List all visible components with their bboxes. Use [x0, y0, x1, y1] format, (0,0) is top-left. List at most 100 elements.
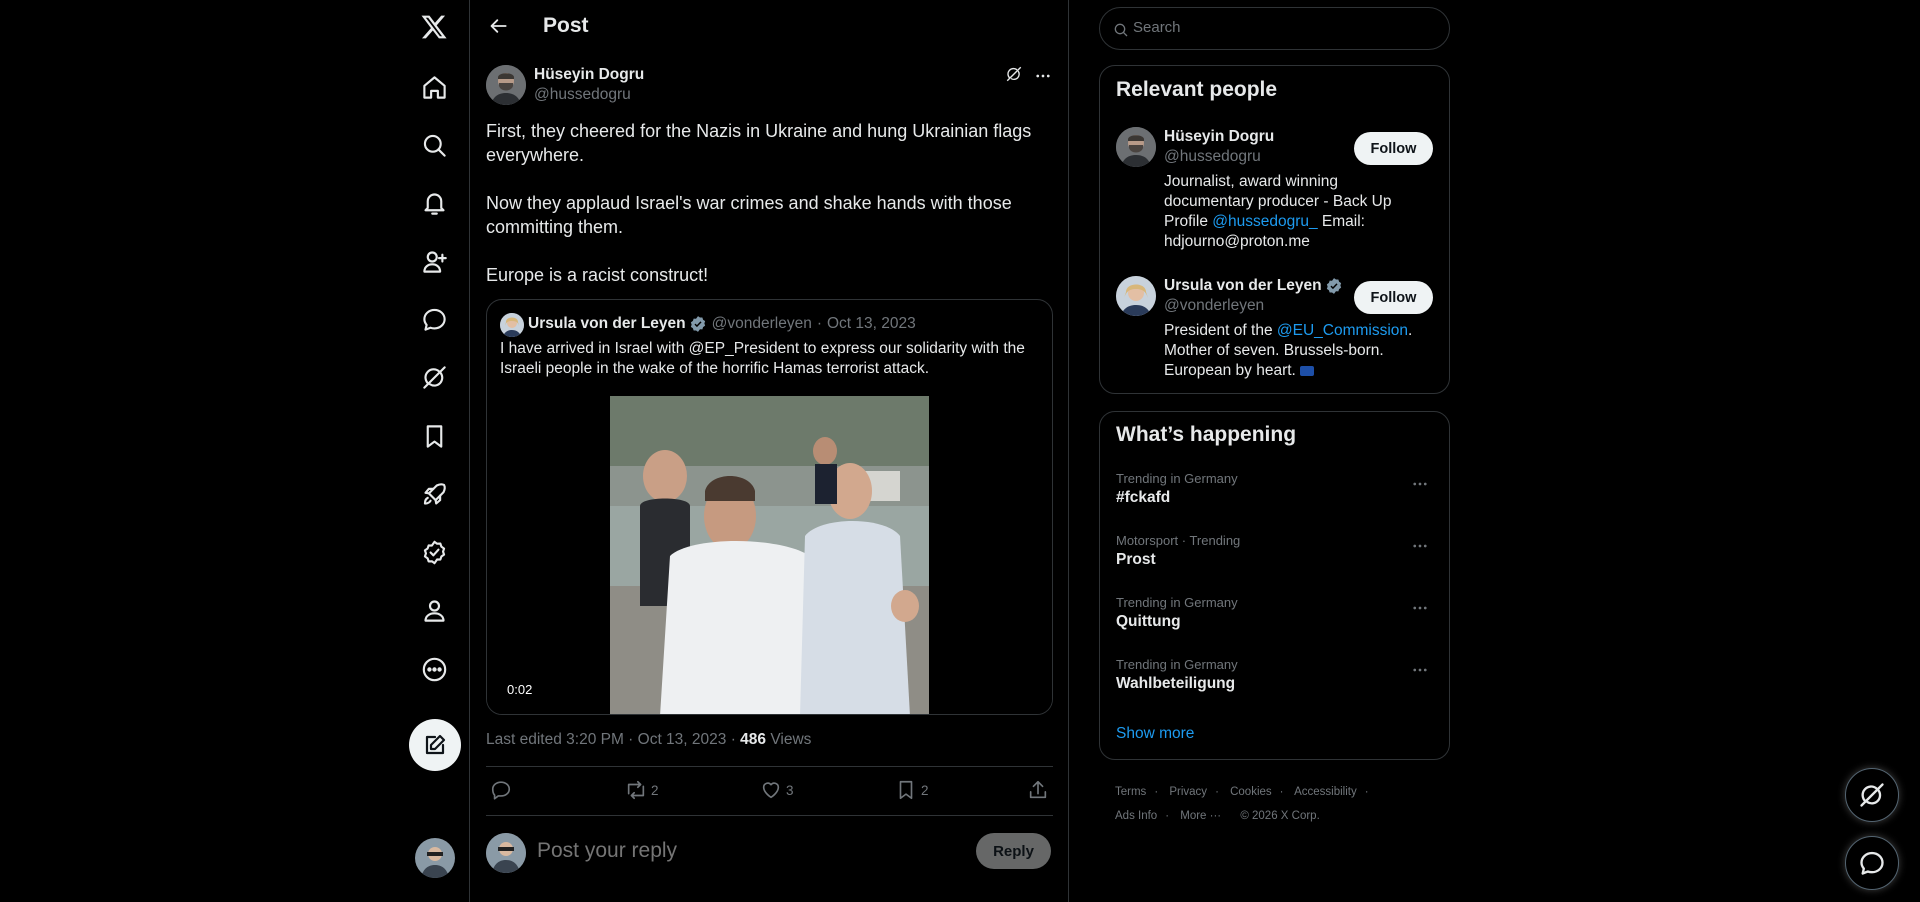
- person-avatar[interactable]: [1116, 127, 1156, 167]
- show-more-link[interactable]: Show more: [1116, 725, 1194, 743]
- like-count: 3: [786, 782, 794, 798]
- messages-icon[interactable]: [404, 293, 464, 345]
- messages-floating-button[interactable]: [1845, 836, 1899, 890]
- person-name[interactable]: Hüseyin Dogru: [1164, 128, 1274, 146]
- bio-text: President of the: [1164, 322, 1277, 339]
- search-input[interactable]: [1133, 19, 1433, 36]
- follow-button[interactable]: Follow: [1354, 281, 1433, 314]
- quoted-post-date: Oct 13, 2023: [827, 315, 916, 332]
- footer-link[interactable]: Accessibility: [1294, 786, 1357, 798]
- grok-explain-button[interactable]: [1005, 65, 1027, 87]
- follow-button[interactable]: Follow: [1354, 132, 1433, 165]
- bookmark-icon: [899, 780, 913, 800]
- footer: Terms · Privacy · Cookies · Accessibility · …: [1115, 780, 1445, 828]
- meta-separator: ·: [816, 315, 822, 332]
- trend-item[interactable]: Motorsport · Trending Prost: [1100, 533, 1449, 595]
- post-paragraph: Europe is a racist construct!: [486, 265, 709, 285]
- bookmark-action[interactable]: 2: [895, 779, 929, 801]
- notifications-bell-icon[interactable]: [404, 177, 464, 229]
- verified-badge-icon: [689, 315, 707, 333]
- whats-happening-title: What’s happening: [1116, 423, 1297, 446]
- footer-link[interactable]: Cookies: [1230, 786, 1272, 798]
- person-bio: Journalist, award winning documentary pr…: [1164, 172, 1419, 252]
- footer-link[interactable]: Ads Info: [1115, 810, 1157, 822]
- explore-search-icon[interactable]: [404, 119, 464, 171]
- bio-link[interactable]: @hussedogru_: [1212, 213, 1317, 230]
- trend-more-button[interactable]: [1411, 599, 1435, 619]
- quoted-post[interactable]: Ursula von der Leyen @vonderleyen · Oct …: [486, 299, 1053, 715]
- trend-more-button[interactable]: [1411, 475, 1435, 495]
- trend-item[interactable]: Trending in Germany #fckafd: [1100, 471, 1449, 533]
- profile-icon[interactable]: [404, 584, 464, 636]
- account-avatar[interactable]: [415, 838, 455, 878]
- page-title: Post: [543, 14, 589, 37]
- person-avatar[interactable]: [1116, 276, 1156, 316]
- trend-category: Trending in Germany: [1116, 657, 1238, 672]
- trend-item[interactable]: Trending in Germany Quittung: [1100, 595, 1449, 657]
- post-more-button[interactable]: [1032, 65, 1054, 87]
- eu-flag-icon: [1299, 365, 1314, 376]
- footer-row: Ads Info · More ··· © 2026 X Corp.: [1115, 810, 1320, 822]
- back-button[interactable]: [482, 9, 516, 43]
- footer-link[interactable]: Terms: [1115, 786, 1146, 798]
- search-box[interactable]: [1099, 7, 1450, 50]
- person-name[interactable]: Ursula von der Leyen: [1164, 277, 1343, 295]
- person-handle[interactable]: @hussedogru: [1164, 148, 1261, 166]
- compose-post-button[interactable]: [409, 719, 461, 771]
- repost-action[interactable]: 2: [625, 779, 659, 801]
- quoted-author-name: Ursula von der Leyen: [528, 315, 686, 332]
- whats-happening-panel: What’s happening Trending in Germany #fc…: [1099, 411, 1450, 760]
- person-bio: President of the @EU_Commission. Mother …: [1164, 321, 1419, 381]
- bookmarks-icon[interactable]: [404, 410, 464, 462]
- verified-badge-icon: [1325, 277, 1343, 295]
- trend-more-button[interactable]: [1411, 537, 1435, 557]
- grok-icon: [1006, 66, 1022, 82]
- person-handle[interactable]: @vonderleyen: [1164, 297, 1264, 315]
- post-detail-column: Post Hüseyin Dogru @hussedogru First, th…: [469, 0, 1069, 902]
- quoted-author-handle: @vonderleyen: [711, 315, 812, 332]
- verified-orgs-icon[interactable]: [404, 526, 464, 578]
- trend-item[interactable]: Trending in Germany Wahlbeteiligung: [1100, 657, 1449, 719]
- views-label: Views: [766, 731, 812, 748]
- trend-category: Motorsport · Trending: [1116, 533, 1241, 548]
- ellipsis-icon: [1036, 74, 1050, 78]
- trend-more-button[interactable]: [1411, 661, 1435, 681]
- grok-icon[interactable]: [404, 351, 464, 403]
- edited-timestamp[interactable]: Last edited 3:20 PM · Oct 13, 2023 ·: [486, 731, 740, 748]
- post-meta: Last edited 3:20 PM · Oct 13, 2023 · 486…: [486, 731, 811, 749]
- quoted-video[interactable]: 0:02: [487, 396, 1052, 714]
- footer-link[interactable]: More ···: [1180, 810, 1221, 822]
- more-options-icon[interactable]: [404, 643, 464, 695]
- follow-people-icon[interactable]: [404, 235, 464, 287]
- trend-name: Quittung: [1116, 613, 1181, 630]
- reply-input[interactable]: [537, 839, 957, 863]
- video-timestamp: 0:02: [507, 682, 533, 697]
- author-name[interactable]: Hüseyin Dogru: [534, 66, 644, 84]
- trend-name: #fckafd: [1116, 489, 1171, 506]
- quoted-author-avatar: [500, 313, 524, 337]
- home-icon[interactable]: [404, 61, 464, 113]
- heart-icon: [762, 782, 780, 799]
- premium-rocket-icon[interactable]: [404, 468, 464, 520]
- relevant-people-panel: Relevant people Hüseyin Dogru @hussedogr…: [1099, 65, 1450, 394]
- share-action[interactable]: [1027, 779, 1053, 801]
- quoted-post-text: I have arrived in Israel with @EP_Presid…: [500, 340, 1025, 377]
- messages-icon: [1860, 851, 1884, 875]
- author-handle[interactable]: @hussedogru: [534, 86, 631, 104]
- footer-link[interactable]: Privacy: [1169, 786, 1207, 798]
- trend-category: Trending in Germany: [1116, 471, 1238, 486]
- post-header: Post: [470, 0, 1068, 53]
- grok-icon: [1860, 783, 1884, 807]
- repost-count: 2: [651, 782, 659, 798]
- share-icon: [1029, 780, 1047, 799]
- footer-row: Terms · Privacy · Cookies · Accessibility ·: [1115, 786, 1369, 798]
- x-logo-icon[interactable]: [404, 1, 464, 53]
- like-action[interactable]: 3: [760, 779, 794, 801]
- grok-floating-button[interactable]: [1845, 768, 1899, 822]
- reply-user-avatar: [486, 833, 526, 873]
- reply-button[interactable]: Reply: [976, 833, 1051, 869]
- author-avatar[interactable]: [486, 65, 526, 105]
- bio-link[interactable]: @EU_Commission: [1277, 322, 1408, 339]
- ellipsis-icon: [1413, 544, 1427, 548]
- reply-action[interactable]: [490, 779, 516, 801]
